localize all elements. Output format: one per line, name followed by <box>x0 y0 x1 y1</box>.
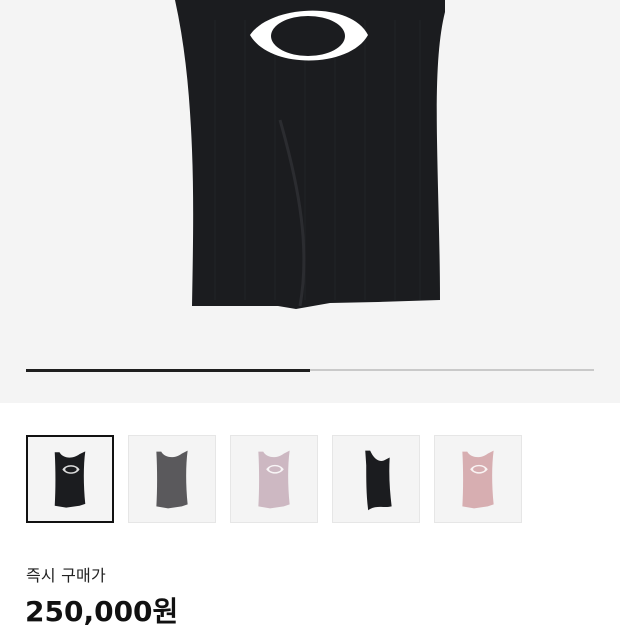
carousel-progress-indicator <box>26 368 310 372</box>
thumbnail-image <box>156 450 188 509</box>
product-thumbnail[interactable] <box>332 435 420 523</box>
thumbnail-image <box>462 450 494 509</box>
product-thumbnail[interactable] <box>434 435 522 523</box>
product-image-carousel[interactable] <box>0 0 620 403</box>
thumbnail-image <box>54 451 86 508</box>
thumbnail-strip <box>26 435 594 525</box>
thumbnail-image <box>258 450 290 509</box>
product-thumbnail[interactable] <box>128 435 216 523</box>
product-thumbnail[interactable] <box>230 435 318 523</box>
instant-buy-price-label: 즉시 구매가 <box>26 566 106 585</box>
carousel-progress-track <box>26 368 594 372</box>
thumbnail-image <box>365 450 392 511</box>
product-main-image <box>175 0 445 309</box>
instant-buy-price: 250,000원 <box>25 595 179 628</box>
product-thumbnail[interactable] <box>26 435 114 523</box>
